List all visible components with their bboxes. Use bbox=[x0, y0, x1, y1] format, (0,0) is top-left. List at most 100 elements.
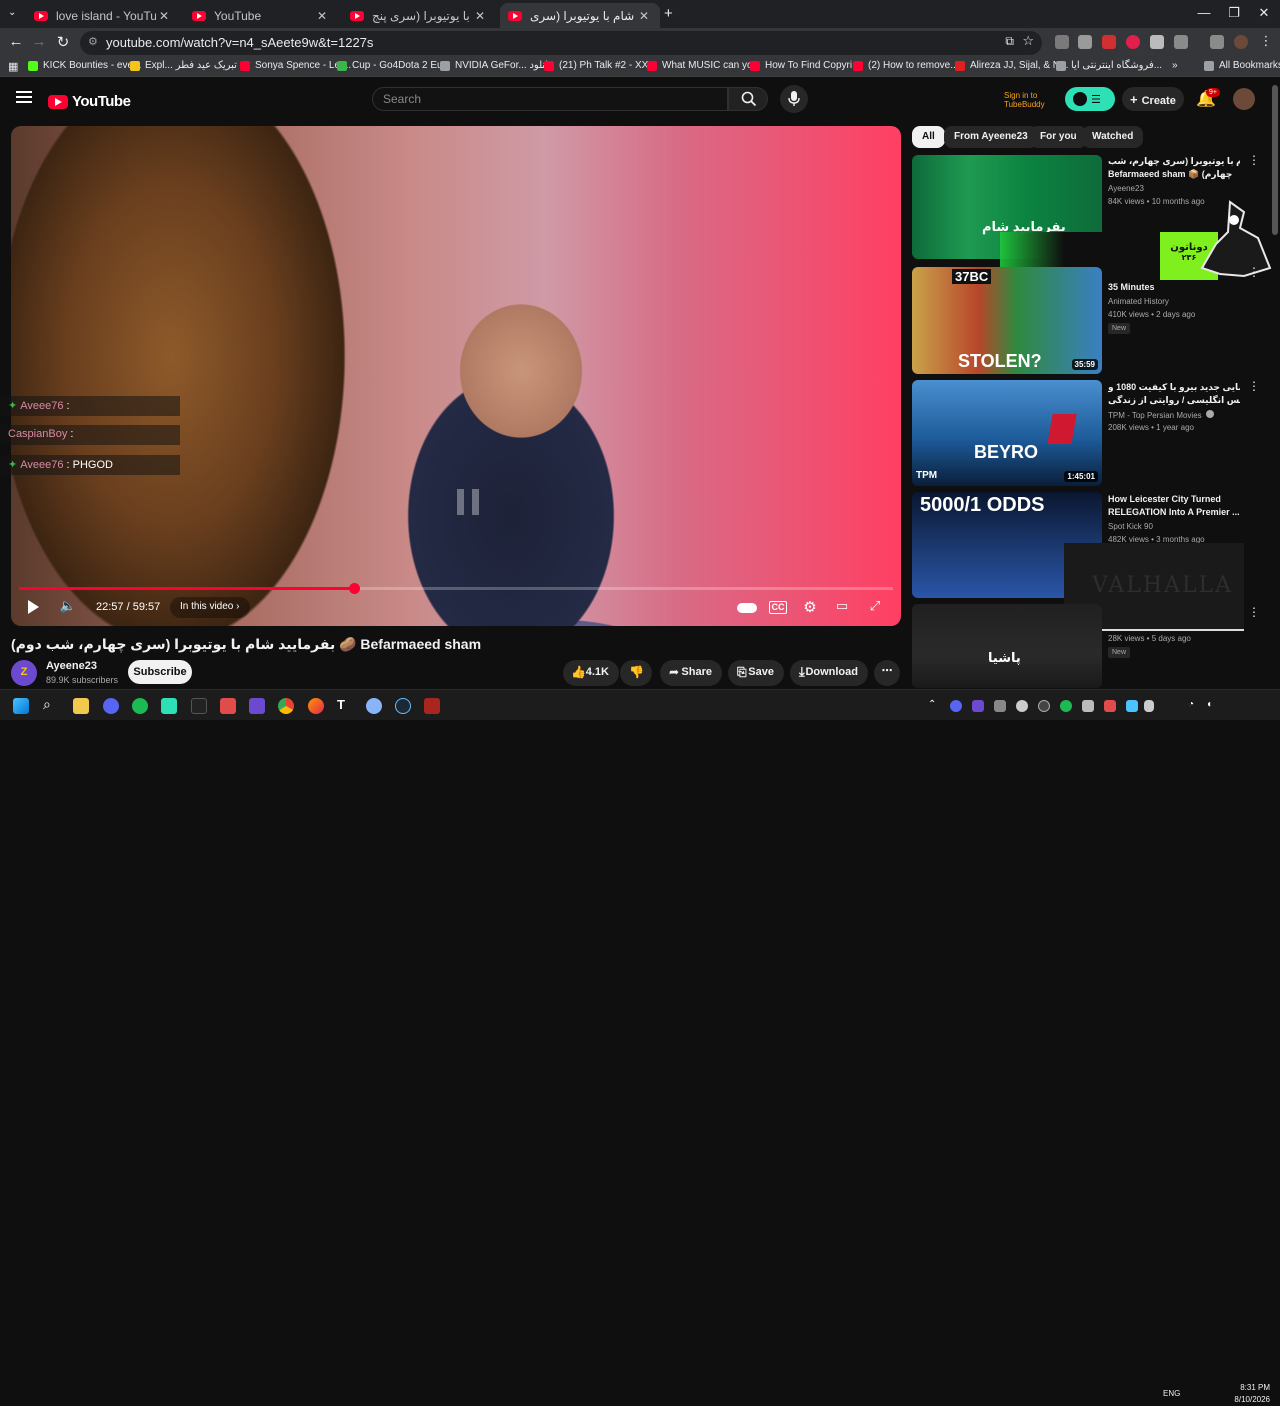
tray-icon[interactable] bbox=[1016, 700, 1028, 712]
wifi-icon[interactable]: ◔ bbox=[1188, 699, 1204, 715]
bookmark-item[interactable]: Sonya Spence - Let... bbox=[240, 60, 351, 71]
video-thumbnail[interactable]: BEYRO TPM 1:45:01 bbox=[912, 380, 1102, 486]
tray-icon[interactable] bbox=[1082, 700, 1094, 712]
video-player[interactable] bbox=[11, 126, 901, 626]
apps-grid-icon[interactable]: ▦ bbox=[8, 60, 18, 73]
app-icon[interactable] bbox=[220, 698, 236, 714]
like-button[interactable]: 👍 4.1K bbox=[563, 660, 619, 686]
chip-from-channel[interactable]: From Ayeene23 bbox=[944, 126, 1038, 148]
account-avatar[interactable] bbox=[1233, 88, 1255, 110]
video-thumbnail[interactable]: پاشیا bbox=[912, 604, 1102, 688]
minimize-window-icon[interactable]: — bbox=[1189, 5, 1219, 20]
youtube-logo[interactable]: YouTube bbox=[48, 93, 131, 110]
more-bookmarks-icon[interactable]: » bbox=[1172, 60, 1178, 71]
extension-icon[interactable] bbox=[1102, 35, 1116, 49]
puzzle-extensions-icon[interactable] bbox=[1174, 35, 1188, 49]
play-button[interactable] bbox=[24, 598, 44, 618]
in-this-video-button[interactable]: In this video › bbox=[170, 597, 250, 618]
app-icon[interactable] bbox=[249, 698, 265, 714]
browser-tab[interactable]: love island - YouTube ✕ bbox=[26, 3, 180, 28]
search-icon[interactable]: ⌕ bbox=[43, 696, 59, 712]
extension-icon[interactable] bbox=[1078, 35, 1092, 49]
install-app-icon[interactable]: ⧉ bbox=[1005, 34, 1014, 49]
extension-icon[interactable] bbox=[1055, 35, 1069, 49]
more-vertical-icon[interactable]: ⋮ bbox=[1248, 154, 1260, 166]
reload-icon[interactable]: ↻ bbox=[53, 33, 73, 51]
tubebuddy-menu-button[interactable]: ☰ bbox=[1065, 87, 1115, 111]
chrome-icon[interactable] bbox=[278, 698, 294, 714]
volume-icon[interactable]: 🔈 bbox=[58, 598, 78, 618]
close-tab-icon[interactable]: ✕ bbox=[314, 9, 330, 23]
tray-icon[interactable] bbox=[1104, 700, 1116, 712]
restore-window-icon[interactable]: ❐ bbox=[1219, 5, 1249, 21]
channel-name[interactable]: Spot Kick 90 bbox=[1108, 522, 1153, 531]
extension-icon[interactable] bbox=[1126, 35, 1140, 49]
fullscreen-icon[interactable]: ⤢ bbox=[866, 598, 884, 618]
chip-watched[interactable]: Watched bbox=[1082, 126, 1144, 148]
tray-icon[interactable] bbox=[1060, 700, 1072, 712]
spotify-icon[interactable] bbox=[132, 698, 148, 714]
tubebuddy-signin-link[interactable]: Sign in to TubeBuddy bbox=[1004, 91, 1045, 109]
microphone-icon[interactable] bbox=[1144, 700, 1154, 712]
video-title[interactable]: 35 Minutes bbox=[1108, 281, 1240, 293]
text-editor-icon[interactable]: T bbox=[337, 697, 353, 713]
video-title[interactable]: RELEGATION Into A Premier ... bbox=[1108, 506, 1240, 518]
site-info-icon[interactable]: ⚙ bbox=[88, 35, 98, 48]
create-button[interactable]: + Create bbox=[1122, 87, 1184, 111]
bookmark-item[interactable]: KICK Bounties - eve... bbox=[28, 60, 141, 71]
bookmark-item[interactable]: What MUSIC can yo... bbox=[647, 60, 761, 71]
progress-bar[interactable] bbox=[19, 583, 893, 594]
all-bookmarks-folder[interactable]: All Bookmarks bbox=[1204, 60, 1280, 71]
voice-search-button[interactable] bbox=[780, 85, 808, 113]
bookmark-item[interactable]: Expl... تبریک عید فطر bbox=[130, 60, 237, 71]
channel-avatar[interactable]: Z bbox=[11, 660, 37, 686]
channel-name[interactable]: Animated History bbox=[1108, 297, 1169, 306]
bookmark-item[interactable]: Alireza JJ, Sijal, & N... bbox=[955, 60, 1068, 71]
file-explorer-icon[interactable] bbox=[73, 698, 89, 714]
firefox-icon[interactable] bbox=[308, 698, 324, 714]
chip-for-you[interactable]: For you bbox=[1030, 126, 1087, 148]
tray-icon[interactable] bbox=[950, 700, 962, 712]
close-tab-icon[interactable]: ✕ bbox=[472, 9, 488, 23]
menu-hamburger-icon[interactable] bbox=[16, 91, 32, 103]
page-scrollbar[interactable] bbox=[1272, 85, 1278, 235]
video-title[interactable]: بفرمایید شام با یوتیوبرا (سری چهارم، شب bbox=[1108, 155, 1240, 167]
video-title[interactable]: زیرنویس انگلیسی / روایتی از زندگی ... bbox=[1108, 394, 1240, 406]
tray-icon[interactable] bbox=[1126, 700, 1138, 712]
language-indicator[interactable]: ENG bbox=[1163, 1389, 1180, 1398]
chip-all[interactable]: All bbox=[912, 126, 945, 148]
close-tab-icon[interactable]: ✕ bbox=[156, 9, 172, 23]
bookmark-item[interactable]: Cup - Go4Dota 2 Eu... bbox=[337, 60, 451, 71]
bookmark-item[interactable]: فروشگاه اینترنتی ایا... bbox=[1056, 60, 1162, 71]
volume-icon[interactable]: ◖ bbox=[1206, 699, 1222, 715]
channel-name[interactable]: Ayeene23 bbox=[1108, 184, 1144, 193]
progress-scrubber-handle[interactable] bbox=[348, 583, 360, 594]
captions-icon[interactable]: CC bbox=[769, 601, 787, 614]
bookmark-item[interactable]: (21) Ph Talk #2 - XX... bbox=[544, 60, 657, 71]
discord-icon[interactable] bbox=[103, 698, 119, 714]
bookmark-item[interactable]: How To Find Copyri... bbox=[750, 60, 860, 71]
settings-gear-icon[interactable]: ⚙ bbox=[801, 598, 819, 618]
subscribe-button[interactable]: Subscribe bbox=[128, 660, 192, 684]
close-tab-icon[interactable]: ✕ bbox=[636, 9, 652, 23]
shield-icon[interactable] bbox=[1150, 35, 1164, 49]
tray-icon[interactable] bbox=[1038, 700, 1050, 712]
search-input[interactable]: Search bbox=[372, 87, 728, 111]
close-window-icon[interactable]: ✕ bbox=[1249, 5, 1279, 21]
reading-list-icon[interactable] bbox=[1210, 35, 1224, 49]
video-title[interactable]: Befarmaeed sham 📦 (چهارم bbox=[1108, 168, 1240, 180]
address-bar[interactable]: ⚙ youtube.com/watch?v=n4_sAeete9w&t=1227… bbox=[80, 31, 1042, 55]
bookmark-item[interactable]: (2) How to remove... bbox=[853, 60, 959, 71]
steam-icon[interactable] bbox=[395, 698, 411, 714]
channel-name[interactable]: TPM - Top Persian Movies bbox=[1108, 410, 1214, 420]
theater-mode-icon[interactable]: ▭ bbox=[833, 598, 851, 618]
forward-arrow-icon[interactable]: → bbox=[29, 33, 49, 50]
video-thumbnail[interactable]: 37BC STOLEN? 35:59 bbox=[912, 267, 1102, 374]
more-vertical-icon[interactable]: ⋮ bbox=[1248, 380, 1260, 392]
tray-icon[interactable] bbox=[972, 700, 984, 712]
app-icon[interactable] bbox=[366, 698, 382, 714]
tray-chevron-icon[interactable]: ⌃ bbox=[928, 699, 944, 715]
system-clock[interactable]: 8:31 PM 8/10/2026 bbox=[1228, 1382, 1270, 1406]
more-vertical-icon[interactable]: ⋮ bbox=[1248, 606, 1260, 618]
share-button[interactable]: ➦ Share bbox=[660, 660, 722, 686]
